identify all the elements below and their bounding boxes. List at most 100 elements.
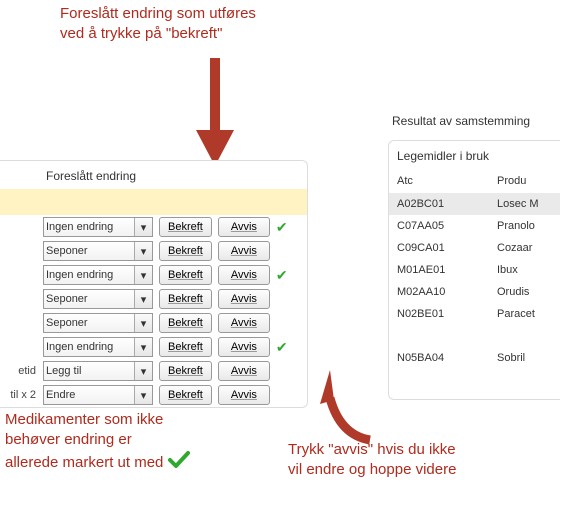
col-header-atc: Atc [397, 175, 497, 187]
results-head-row: Atc Produ [389, 171, 560, 193]
annotation-br-line2: vil endre og hoppe videre [288, 460, 456, 480]
checkmark-icon: ✔ [276, 219, 292, 236]
list-item[interactable]: M02AA10Orudis [389, 281, 560, 303]
reject-button[interactable]: Avvis [218, 337, 270, 357]
product-name: Orudis [497, 286, 560, 298]
highlight-spacer-row [0, 189, 307, 215]
product-name: Cozaar [497, 242, 560, 254]
list-item[interactable]: N02BE01Paracet [389, 303, 560, 325]
arrow-up-icon [320, 370, 380, 450]
list-item[interactable]: C07AA05Pranolo [389, 215, 560, 237]
row-stub: etid [0, 359, 40, 383]
confirm-button[interactable]: Bekreft [159, 217, 212, 237]
reject-button[interactable]: Avvis [218, 265, 270, 285]
confirm-button[interactable]: Bekreft [159, 313, 212, 333]
list-item[interactable]: N05BA04Sobril [389, 347, 560, 369]
annotation-bottom-left: Medikamenter som ikke behøver endring er… [5, 410, 190, 475]
reject-button[interactable]: Avvis [218, 217, 270, 237]
table-row: Ingen endring▾ Bekreft Avvis ✔ [0, 215, 307, 239]
list-item[interactable]: C09CA01Cozaar [389, 237, 560, 259]
list-item[interactable] [389, 325, 560, 347]
reject-button[interactable]: Avvis [218, 361, 270, 381]
annotation-top-line2: ved å trykke på "bekreft" [60, 24, 256, 44]
annotation-br-line1: Trykk "avvis" hvis du ikke [288, 440, 456, 460]
suggested-changes-table: Foreslått endring Ingen endring ▾ Bekreft A… [0, 161, 307, 407]
atc-code: M02AA10 [397, 286, 497, 298]
annotation-bottom-right: Trykk "avvis" hvis du ikke vil endre og … [288, 440, 456, 481]
suggested-changes-panel: Foreslått endring Ingen endring ▾ Bekreft A… [0, 160, 308, 408]
change-dropdown[interactable]: Seponer▾ [43, 289, 153, 309]
dropdown-value: Ingen endring [46, 269, 113, 281]
chevron-down-icon: ▾ [134, 362, 152, 380]
dropdown-value: Ingen endring [46, 341, 113, 353]
results-section-label: Legemidler i bruk [389, 141, 560, 171]
change-dropdown[interactable]: Legg til ▾ [43, 361, 153, 381]
results-title: Resultat av samstemming [388, 110, 560, 140]
results-panel: Resultat av samstemming Legemidler i bru… [388, 110, 560, 400]
product-name: Paracet [497, 308, 560, 320]
reject-button[interactable]: Avvis [218, 289, 270, 309]
list-item[interactable]: M01AE01Ibux [389, 259, 560, 281]
chevron-down-icon: ▾ [134, 314, 152, 332]
confirm-button[interactable]: Bekreft [159, 289, 212, 309]
results-box: Legemidler i bruk Atc Produ A02BC01Losec… [388, 140, 560, 400]
reject-button[interactable]: Avvis [218, 385, 270, 405]
row-stub [0, 311, 40, 335]
checkmark-icon: ✔ [276, 267, 292, 284]
dropdown-value: Legg til [46, 365, 81, 377]
annotation-top: Foreslått endring som utføres ved å tryk… [60, 4, 256, 43]
table-row: til x 2 Endre ▾ Bekreft Avvis [0, 383, 307, 407]
change-dropdown[interactable]: Ingen endring ▾ [43, 265, 153, 285]
atc-code: C07AA05 [397, 220, 497, 232]
confirm-button[interactable]: Bekreft [159, 361, 212, 381]
row-stub: til x 2 [0, 383, 40, 407]
confirm-button[interactable]: Bekreft [159, 265, 212, 285]
table-row: Ingen endring ▾ Bekreft Avvis ✔ [0, 335, 307, 359]
annotation-bl-line2: behøver endring er [5, 430, 190, 450]
reject-button[interactable]: Avvis [218, 313, 270, 333]
table-row: Seponer▾ Bekreft Avvis [0, 287, 307, 311]
list-item[interactable]: A02BC01Losec M [389, 193, 560, 215]
row-stub [0, 335, 40, 359]
col-header-prod: Produ [497, 175, 526, 187]
product-name: Pranolo [497, 220, 560, 232]
checkmark-icon [168, 451, 190, 475]
annotation-bl-line1: Medikamenter som ikke [5, 410, 190, 430]
atc-code: M01AE01 [397, 264, 497, 276]
row-stub [0, 239, 40, 263]
product-name: Sobril [497, 352, 560, 364]
change-dropdown[interactable]: Seponer ▾ [43, 241, 153, 261]
atc-code: A02BC01 [397, 198, 497, 210]
atc-code: C09CA01 [397, 242, 497, 254]
confirm-button[interactable]: Bekreft [159, 241, 212, 261]
dropdown-value: Ingen endring [46, 221, 113, 233]
col-header-change: Foreslått endring [40, 161, 156, 189]
confirm-button[interactable]: Bekreft [159, 385, 212, 405]
reject-button[interactable]: Avvis [218, 241, 270, 261]
annotation-bl-line3: allerede markert ut med [5, 454, 163, 471]
annotation-top-line1: Foreslått endring som utføres [60, 4, 256, 24]
change-dropdown[interactable]: Ingen endring ▾ [43, 337, 153, 357]
table-row: Ingen endring ▾ Bekreft Avvis ✔ [0, 263, 307, 287]
chevron-down-icon: ▾ [134, 266, 152, 284]
checkmark-icon: ✔ [276, 339, 292, 356]
row-stub [0, 215, 40, 239]
row-stub [0, 263, 40, 287]
table-row: etid Legg til ▾ Bekreft Avvis [0, 359, 307, 383]
dropdown-value: Seponer [46, 245, 88, 257]
confirm-button[interactable]: Bekreft [159, 337, 212, 357]
chevron-down-icon: ▾ [134, 338, 152, 356]
dropdown-value: Endre [46, 389, 75, 401]
table-row: Seponer ▾ Bekreft Avvis [0, 311, 307, 335]
change-dropdown[interactable]: Ingen endring▾ [43, 217, 153, 237]
table-row: Seponer ▾ Bekreft Avvis [0, 239, 307, 263]
chevron-down-icon: ▾ [134, 386, 152, 404]
atc-code: N05BA04 [397, 352, 497, 364]
atc-code: N02BE01 [397, 308, 497, 320]
change-dropdown[interactable]: Seponer ▾ [43, 313, 153, 333]
arrow-down-icon [190, 58, 240, 168]
chevron-down-icon: ▾ [134, 242, 152, 260]
chevron-down-icon: ▾ [134, 290, 152, 308]
dropdown-value: Seponer [46, 317, 88, 329]
change-dropdown[interactable]: Endre ▾ [43, 385, 153, 405]
